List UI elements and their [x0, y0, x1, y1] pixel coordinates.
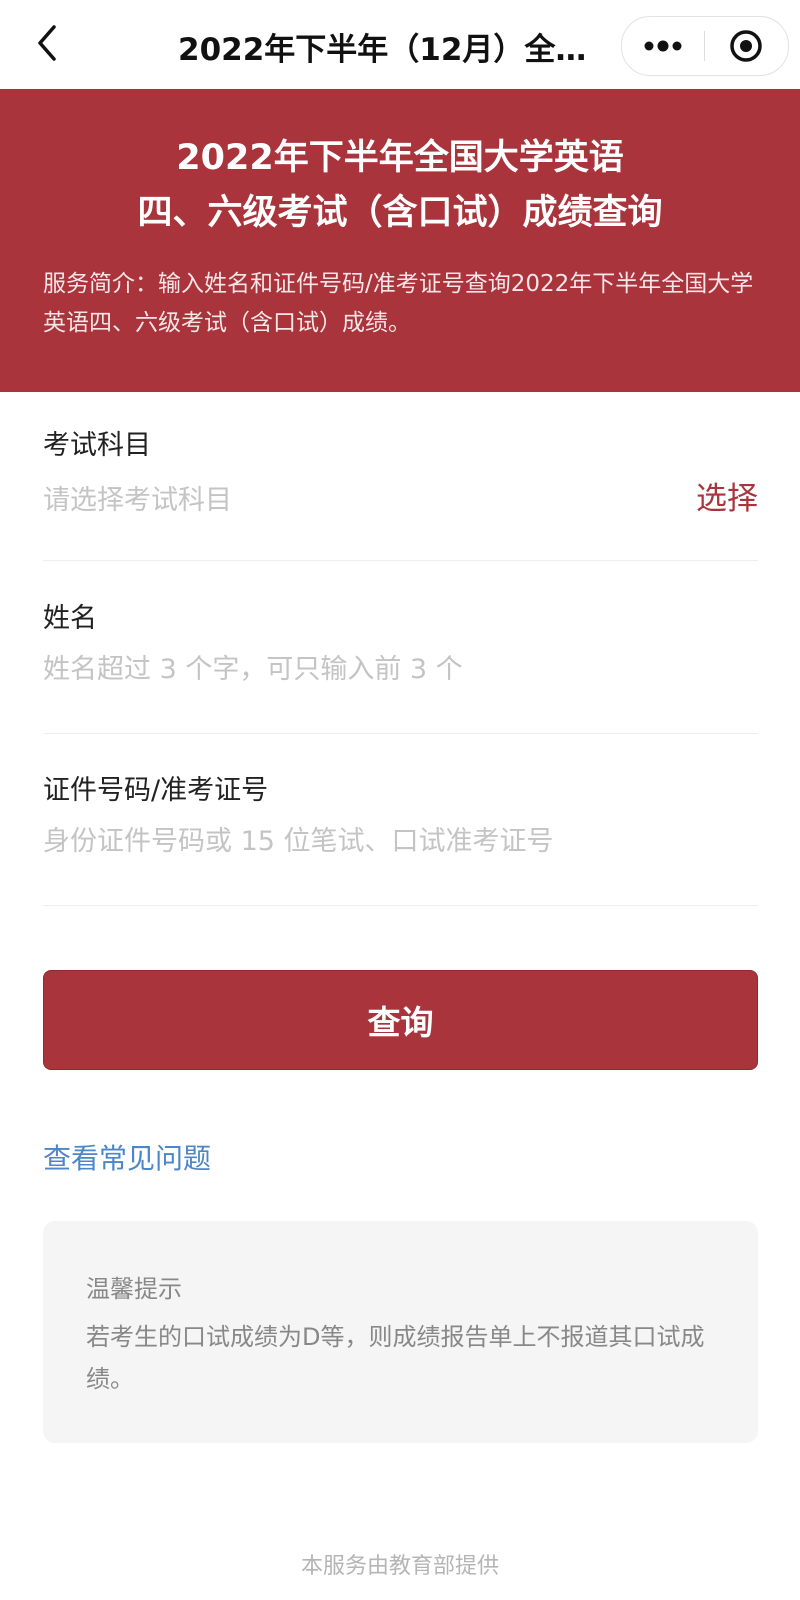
- banner-title-line2: 四、六级考试（含口试）成绩查询: [137, 193, 663, 233]
- target-circle-icon: [730, 30, 762, 62]
- footer-text: 本服务由教育部提供: [300, 1554, 499, 1579]
- back-button[interactable]: [22, 18, 72, 68]
- page-title: 2022年下半年（12月）全国大学英语四、六级考试（含口试）成绩查询: [178, 32, 608, 68]
- subject-field: 考试科目 请选择考试科目 选择: [43, 423, 758, 561]
- tips-box: 温馨提示 若考生的口试成绩为D等，则成绩报告单上不报道其口试成绩。: [43, 1221, 758, 1443]
- subject-label: 考试科目: [43, 430, 151, 461]
- tips-text: 若考生的口试成绩为D等，则成绩报告单上不报道其口试成绩。: [86, 1323, 705, 1393]
- close-button[interactable]: [705, 17, 787, 75]
- tips-title: 温馨提示: [86, 1275, 182, 1303]
- name-field: 姓名: [43, 596, 758, 734]
- banner-title: 2022年下半年全国大学英语 四、六级考试（含口试）成绩查询: [40, 131, 760, 241]
- mini-program-capsule: [621, 16, 789, 76]
- header-banner: 2022年下半年全国大学英语 四、六级考试（含口试）成绩查询 服务简介：输入姓名…: [0, 89, 800, 392]
- id-number-label: 证件号码/准考证号: [43, 775, 269, 806]
- name-label: 姓名: [43, 603, 97, 634]
- navigation-bar: 2022年下半年（12月）全国大学英语四、六级考试（含口试）成绩查询: [0, 0, 800, 89]
- chevron-left-icon: [38, 25, 56, 61]
- more-dots-icon: [644, 40, 682, 52]
- subject-choose-button[interactable]: 选择: [696, 473, 758, 518]
- banner-title-line1: 2022年下半年全国大学英语: [176, 138, 624, 178]
- query-button[interactable]: 查询: [43, 970, 758, 1070]
- faq-link[interactable]: 查看常见问题: [43, 1137, 211, 1177]
- id-number-field: 证件号码/准考证号: [43, 768, 758, 906]
- service-description: 服务简介：输入姓名和证件号码/准考证号查询2022年下半年全国大学英语四、六级考…: [43, 271, 754, 336]
- more-button[interactable]: [622, 17, 704, 75]
- name-input[interactable]: [43, 648, 663, 690]
- subject-select[interactable]: 请选择考试科目: [43, 478, 232, 517]
- id-number-input[interactable]: [43, 820, 663, 862]
